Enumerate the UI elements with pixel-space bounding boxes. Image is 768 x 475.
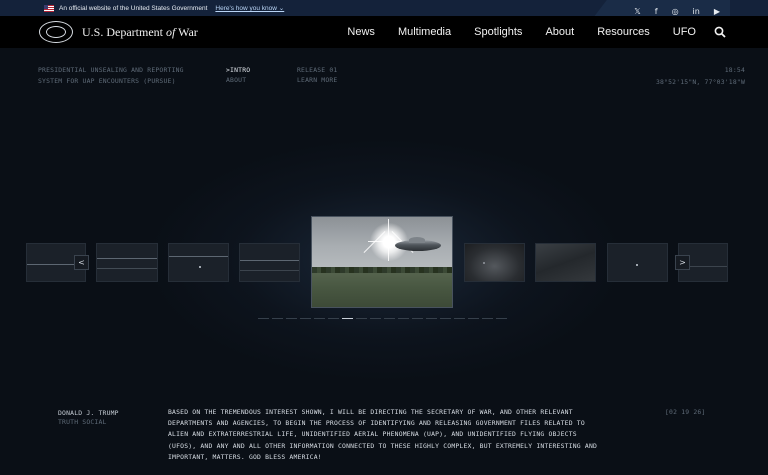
pagination-dot[interactable]	[328, 318, 339, 319]
quote-text: BASED ON THE TREMENDOUS INTEREST SHOWN, …	[168, 408, 598, 461]
pagination-dot[interactable]	[426, 318, 437, 319]
active-slide-image[interactable]	[311, 216, 453, 308]
department-seal-logo[interactable]	[39, 21, 73, 43]
heres-how-you-know-link[interactable]: Here's how you know ⌄	[215, 4, 284, 12]
nav-ufo[interactable]: UFO	[673, 26, 696, 38]
pagination-dot[interactable]	[482, 318, 493, 319]
nav-resources[interactable]: Resources	[597, 26, 650, 38]
x-icon[interactable]: 𝕏	[634, 7, 640, 16]
main-nav: U.S. Department of War News Multimedia S…	[0, 16, 768, 48]
nav-about[interactable]: About	[545, 26, 574, 38]
pagination-dot[interactable]	[370, 318, 381, 319]
nav-spotlights[interactable]: Spotlights	[474, 26, 522, 38]
carousel-thumbnail[interactable]	[96, 243, 158, 282]
carousel-next-button[interactable]: >	[675, 255, 690, 270]
carousel-thumbnail[interactable]	[239, 243, 300, 282]
carousel-thumbnail[interactable]	[607, 243, 668, 282]
pagination-dot[interactable]	[440, 318, 451, 319]
pagination-dot[interactable]	[454, 318, 465, 319]
department-name[interactable]: U.S. Department of War	[82, 25, 198, 40]
pagination-dot[interactable]	[412, 318, 423, 319]
pagination-dot[interactable]	[356, 318, 367, 319]
uap-saucer	[395, 237, 441, 251]
nav-news[interactable]: News	[347, 26, 375, 38]
carousel-thumbnail[interactable]	[464, 243, 525, 282]
linkedin-icon[interactable]: in	[693, 7, 700, 16]
pagination-dot[interactable]	[286, 318, 297, 319]
search-icon[interactable]	[714, 26, 726, 38]
coordinates: 38°52'15"N, 77°03'18"W	[655, 78, 745, 86]
carousel-thumbnail[interactable]	[168, 243, 229, 282]
nav-multimedia[interactable]: Multimedia	[398, 26, 451, 38]
pagination-dot[interactable]	[496, 318, 507, 319]
carousel-pagination	[258, 318, 507, 319]
us-flag-icon	[44, 4, 54, 12]
section-about-link[interactable]: ABOUT	[226, 75, 246, 86]
carousel-thumbnail[interactable]	[535, 243, 596, 282]
system-title: PRESIDENTIAL UNSEALING AND REPORTING SYS…	[38, 66, 184, 85]
pagination-dot[interactable]	[314, 318, 325, 319]
pagination-dot[interactable]	[272, 318, 283, 319]
learn-more-link[interactable]: LEARN MORE	[297, 75, 337, 86]
image-carousel: < >	[0, 216, 768, 308]
pagination-dot[interactable]	[258, 318, 269, 319]
pagination-dot[interactable]	[384, 318, 395, 319]
pagination-dot[interactable]	[468, 318, 479, 319]
quote-date: [02 19 26]	[665, 408, 706, 416]
pagination-dot[interactable]	[398, 318, 409, 319]
clock-time: 18:54	[724, 66, 745, 74]
pagination-dot[interactable]	[342, 318, 353, 319]
youtube-icon[interactable]: ▶	[714, 7, 720, 16]
nav-links: News Multimedia Spotlights About Resourc…	[347, 16, 696, 48]
pagination-dot[interactable]	[300, 318, 311, 319]
facebook-icon[interactable]: f	[655, 7, 658, 16]
gov-banner-text: An official website of the United States…	[59, 4, 208, 12]
instagram-icon[interactable]: ◎	[672, 7, 679, 16]
quote-source: TRUTH SOCIAL	[58, 418, 107, 426]
carousel-prev-button[interactable]: <	[74, 255, 89, 270]
